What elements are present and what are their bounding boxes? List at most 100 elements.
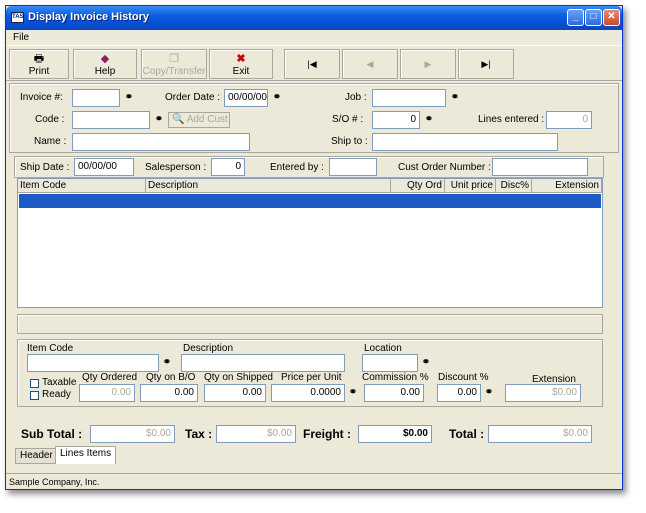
job-label: Job :	[345, 92, 367, 103]
cust-order-number-label: Cust Order Number :	[398, 162, 491, 173]
location-binoculars-icon[interactable]: ⚭	[419, 356, 433, 370]
so-number-field[interactable]: 0	[372, 111, 420, 129]
taxable-checkbox[interactable]	[30, 379, 39, 388]
name-label: Name :	[34, 136, 67, 147]
company-name-status: Sample Company, Inc.	[9, 477, 100, 487]
copy-transfer-button[interactable]: ❐ Copy/Transfer	[141, 49, 207, 79]
help-button[interactable]: ◆ Help	[73, 49, 137, 79]
add-cust-button[interactable]: 🔍 Add Cust	[168, 112, 230, 128]
invoice-number-field[interactable]	[72, 89, 120, 107]
price-per-unit-label: Price per Unit	[281, 372, 342, 383]
exit-button[interactable]: ✖ Exit	[209, 49, 273, 79]
line-detail-section: Item Code ⚭ Description Location ⚭ Taxab…	[17, 339, 603, 407]
discount-binoculars-icon[interactable]: ⚭	[482, 386, 496, 400]
status-bar: Sample Company, Inc.	[6, 473, 622, 489]
qty-bo-label: Qty on B/O	[146, 372, 196, 383]
column-header-extension[interactable]: Extension	[532, 179, 602, 193]
last-record-button[interactable]: ▶|	[458, 49, 514, 79]
code-label: Code :	[35, 114, 65, 125]
so-binoculars-icon[interactable]: ⚭	[422, 113, 436, 127]
printer-icon: 🖶	[33, 53, 45, 65]
window-title: Display Invoice History	[28, 11, 150, 23]
freight-field[interactable]: $0.00	[358, 425, 432, 443]
subtotal-field: $0.00	[90, 425, 175, 443]
code-field[interactable]	[72, 111, 150, 129]
invoice-number-label: Invoice #:	[20, 92, 63, 103]
extension-field: $0.00	[505, 384, 581, 402]
title-bar[interactable]: TAS Display Invoice History _ □ ✕	[6, 6, 622, 30]
column-header-item-code[interactable]: Item Code	[18, 179, 146, 193]
freight-label: Freight :	[303, 427, 351, 441]
description-field[interactable]	[181, 354, 345, 372]
item-code-binoculars-icon[interactable]: ⚭	[160, 356, 174, 370]
location-field[interactable]	[362, 354, 418, 372]
entered-by-field[interactable]	[329, 158, 377, 176]
exit-x-icon: ✖	[236, 53, 246, 65]
total-label: Total :	[449, 427, 485, 441]
job-field[interactable]	[372, 89, 446, 107]
taxable-label: Taxable	[42, 377, 77, 388]
grid-status-strip	[17, 314, 603, 334]
subtotal-label: Sub Total :	[21, 427, 83, 441]
close-button[interactable]: ✕	[603, 9, 620, 26]
entered-by-label: Entered by :	[270, 162, 324, 173]
discount-label: Discount %	[438, 372, 489, 383]
menu-file[interactable]: File	[13, 32, 29, 43]
commission-label: Commission %	[362, 372, 429, 383]
location-label: Location	[364, 343, 402, 354]
line-items-grid[interactable]: Item Code Description Qty Ord Unit price…	[17, 178, 603, 308]
code-binoculars-icon[interactable]: ⚭	[152, 113, 166, 127]
app-icon: TAS	[11, 12, 24, 23]
add-cust-magnifier-icon: 🔍	[172, 114, 185, 125]
tab-lines-items[interactable]: Lines Items	[55, 446, 117, 464]
description-label: Description	[183, 343, 234, 354]
item-code-field[interactable]	[27, 354, 159, 372]
item-code-label: Item Code	[27, 343, 74, 354]
qty-ordered-field: 0.00	[79, 384, 135, 402]
first-record-button[interactable]: |◀	[284, 49, 340, 79]
toolbar: 🖶 Print ◆ Help ❐ Copy/Transfer ✖ Exit |◀…	[6, 47, 622, 81]
qty-shipped-label: Qty on Shipped	[204, 372, 273, 383]
tab-header[interactable]: Header	[15, 448, 58, 464]
ready-checkbox[interactable]	[30, 391, 39, 400]
copy-icon: ❐	[169, 53, 179, 65]
order-date-binoculars-icon[interactable]: ⚭	[270, 91, 284, 105]
salesperson-field[interactable]: 0	[211, 158, 245, 176]
minimize-button[interactable]: _	[567, 9, 584, 26]
invoice-lookup-binoculars-icon[interactable]: ⚭	[122, 91, 136, 105]
order-date-field[interactable]: 00/00/00	[224, 89, 268, 107]
ship-to-field[interactable]	[372, 133, 558, 151]
salesperson-label: Salesperson :	[145, 162, 207, 173]
invoice-header-section: Invoice #: ⚭ Order Date : 00/00/00 ⚭ Job…	[9, 83, 619, 153]
ship-to-label: Ship to :	[331, 136, 368, 147]
cust-order-number-field[interactable]	[492, 158, 588, 176]
qty-ordered-label: Qty Ordered	[82, 372, 138, 383]
invoice-history-window: TAS Display Invoice History _ □ ✕ File 🖶…	[5, 5, 623, 490]
column-header-unit-price[interactable]: Unit price	[445, 179, 496, 193]
column-header-description[interactable]: Description	[146, 179, 391, 193]
next-record-button[interactable]: ▶	[400, 49, 456, 79]
lines-entered-label: Lines entered :	[478, 114, 545, 125]
maximize-button[interactable]: □	[585, 9, 602, 26]
name-field[interactable]	[72, 133, 250, 151]
menu-bar: File	[6, 30, 622, 46]
ship-date-field[interactable]: 00/00/00	[74, 158, 134, 176]
lines-entered-field: 0	[546, 111, 592, 129]
previous-record-button[interactable]: ◀	[342, 49, 398, 79]
so-number-label: S/O # :	[332, 114, 364, 125]
qty-shipped-field[interactable]: 0.00	[204, 384, 266, 402]
price-per-unit-field[interactable]: 0.0000	[271, 384, 345, 402]
column-header-qty-ord[interactable]: Qty Ord	[391, 179, 445, 193]
selected-grid-row[interactable]	[19, 194, 601, 208]
discount-field[interactable]: 0.00	[437, 384, 481, 402]
tax-label: Tax :	[185, 427, 213, 441]
qty-bo-field[interactable]: 0.00	[140, 384, 198, 402]
column-header-disc[interactable]: Disc%	[496, 179, 532, 193]
job-binoculars-icon[interactable]: ⚭	[448, 91, 462, 105]
commission-field[interactable]: 0.00	[364, 384, 424, 402]
order-date-label: Order Date :	[165, 92, 221, 103]
ship-info-bar: Ship Date : 00/00/00 Salesperson : 0 Ent…	[14, 156, 604, 178]
print-button[interactable]: 🖶 Print	[9, 49, 69, 79]
total-field: $0.00	[488, 425, 592, 443]
price-binoculars-icon[interactable]: ⚭	[346, 386, 360, 400]
